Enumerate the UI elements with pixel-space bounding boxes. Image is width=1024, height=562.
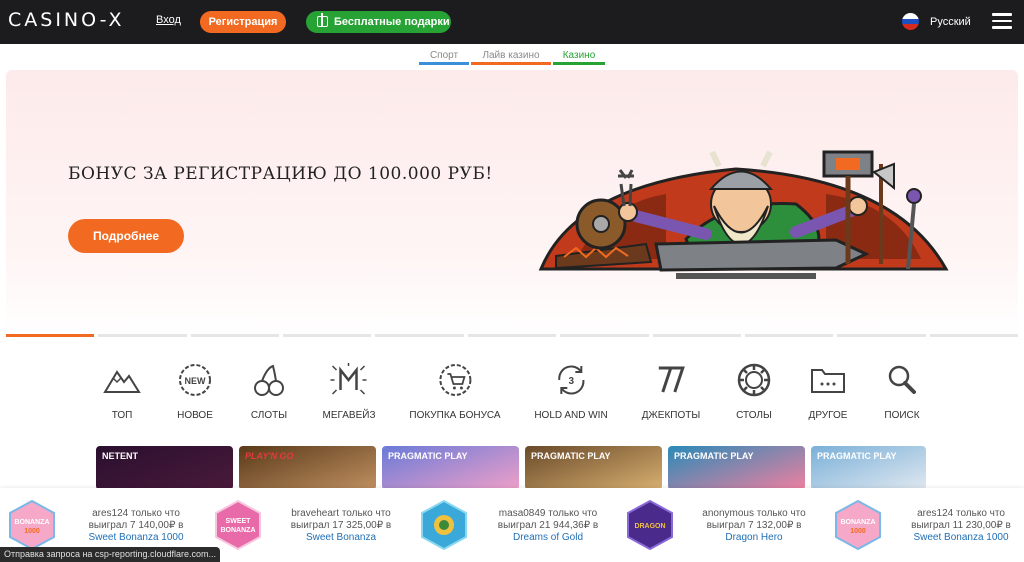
svg-text:NEW: NEW [185,376,207,386]
winner-game-link[interactable]: Sweet Bonanza [278,532,404,544]
game-tile[interactable]: PRAGMATIC PLAY [668,446,805,490]
winner-game-link[interactable]: Dreams of Gold [486,532,610,544]
winner-item[interactable]: SWEET BONANZA braveheart только что выигра… [214,500,404,552]
svg-text:BONANZA: BONANZA [15,519,50,526]
category-top-label: ТОП [111,410,133,421]
category-tables[interactable]: СТОЛЫ [734,362,774,421]
viking-banner-illustration [538,150,949,279]
banner-title: БОНУС ЗА РЕГИСТРАЦИЮ ДО 100.000 РУБ! [68,164,493,184]
category-jackpots-label: ДЖЕКПОТЫ [641,410,701,421]
winner-text: braveheart только что выиграл 17 325,00₽ … [278,508,404,544]
search-icon [888,365,916,394]
category-slots[interactable]: СЛОТЫ [249,362,289,421]
hold-and-win-icon: 3 [557,365,585,395]
winner-item[interactable]: BONANZA 1000 ares124 только что выиграл 7 … [8,500,198,552]
game-thumbnail: DRAGON [627,500,673,550]
mountain-icon [103,370,141,393]
category-search[interactable]: ПОИСК [882,362,922,421]
winner-item[interactable]: DRAGON anonymous только что выиграл 7 132… [626,500,816,552]
category-bonus-buy-label: ПОКУПКА БОНУСА [409,410,501,421]
svg-text:DRAGON: DRAGON [634,523,665,530]
tile-provider: PRAGMATIC PLAY [388,451,468,461]
game-tile[interactable]: PRAGMATIC PLAY [811,446,926,490]
game-thumbnail: BONANZA 1000 [835,500,881,550]
svg-text:SWEET: SWEET [226,518,252,525]
login-link[interactable]: Вход [156,14,181,26]
language-selector[interactable]: Русский [930,16,971,28]
winner-item[interactable]: masa0849 только что выиграл 21 944,36₽ вD… [420,500,610,552]
game-tile[interactable]: PRAGMATIC PLAY [525,446,662,490]
winner-item[interactable]: BONANZA 1000 ares124 только что выиграл 11… [834,500,1024,552]
category-bonus-buy[interactable]: ПОКУПКА БОНУСА [409,362,501,421]
game-thumbnail [421,500,467,550]
tile-provider: PRAGMATIC PLAY [817,451,897,461]
register-button[interactable]: Регистрация [200,11,286,33]
winner-text: masa0849 только что выиграл 21 944,36₽ вD… [486,508,610,544]
site-logo[interactable]: CASINO-X [8,9,125,31]
game-thumbnail: BONANZA 1000 [9,500,55,550]
tile-provider: PLAY'N GO [245,451,294,461]
winner-text: ares124 только что выиграл 11 230,00₽ в Sw… [900,508,1022,544]
game-categories: ТОП NEW НОВОЕ СЛОТЫ МЕГАВЕЙЗ ПОКУПКА БОН… [0,362,1024,422]
category-search-label: ПОИСК [884,410,920,421]
winner-game-link[interactable]: Sweet Bonanza 1000 [74,532,198,544]
cherries-icon [254,364,284,396]
svg-text:BONANZA: BONANZA [221,527,256,534]
category-other-label: ДРУГОЕ [808,410,848,421]
category-tables-label: СТОЛЫ [736,410,772,421]
tile-provider: PRAGMATIC PLAY [674,451,754,461]
game-tile[interactable]: NETENT [96,446,233,490]
category-megaways[interactable]: МЕГАВЕЙЗ [322,362,376,421]
game-tile[interactable]: PLAY'N GO [239,446,376,490]
tile-provider: NETENT [102,451,138,461]
game-tiles-row: NETENT PLAY'N GO PRAGMATIC PLAY PRAGMATI… [96,446,926,490]
megaways-icon [330,363,367,395]
tab-sport-underline [419,62,469,65]
game-tile[interactable]: PRAGMATIC PLAY [382,446,519,490]
category-hold-and-win-label: HOLD AND WIN [534,410,608,421]
category-other[interactable]: ДРУГОЕ [808,362,848,421]
svg-text:3: 3 [568,376,574,387]
free-gifts-label: Бесплатные подарки [334,16,450,28]
tile-provider: PRAGMATIC PLAY [531,451,611,461]
category-hold-and-win[interactable]: 3 HOLD AND WIN [534,362,608,421]
game-thumbnail: SWEET BONANZA [215,500,261,550]
svg-text:1000: 1000 [24,528,40,535]
gift-icon [317,13,328,27]
banner-slider-progress[interactable] [6,334,1018,337]
category-jackpots[interactable]: ДЖЕКПОТЫ [642,362,700,421]
cart-icon [438,364,471,396]
promo-banner[interactable]: БОНУС ЗА РЕГИСТРАЦИЮ ДО 100.000 РУБ! Под… [6,70,1018,336]
winner-text: anonymous только что выиграл 7 132,00₽ вD… [692,508,816,544]
winner-text: ares124 только что выиграл 7 140,00₽ в Swe… [74,508,198,544]
tab-casino-underline [553,62,605,65]
category-new[interactable]: NEW НОВОЕ [175,362,215,421]
winner-game-link[interactable]: Sweet Bonanza 1000 [900,532,1022,544]
top-header: CASINO-X Вход Регистрация Бесплатные под… [0,0,1024,44]
more-details-button[interactable]: Подробнее [68,219,184,253]
free-gifts-button[interactable]: Бесплатные подарки [306,11,451,33]
folder-icon [811,369,845,393]
menu-icon[interactable] [992,13,1012,29]
tab-live-casino-underline [471,62,551,65]
sevens-icon [659,366,686,393]
category-new-label: НОВОЕ [177,410,213,421]
winner-game-link[interactable]: Dragon Hero [692,532,816,544]
category-megaways-label: МЕГАВЕЙЗ [322,410,376,421]
svg-text:BONANZA: BONANZA [841,519,876,526]
browser-status-bar: Отправка запроса на csp-reporting.cloudf… [0,547,220,562]
russian-flag-icon[interactable] [902,13,919,30]
svg-text:1000: 1000 [850,528,866,535]
section-tabs: Спорт Лайв казино Казино [419,47,605,65]
category-slots-label: СЛОТЫ [250,410,288,421]
category-top[interactable]: ТОП [102,362,142,421]
new-badge-icon: NEW [179,364,211,396]
chip-icon [737,363,771,397]
